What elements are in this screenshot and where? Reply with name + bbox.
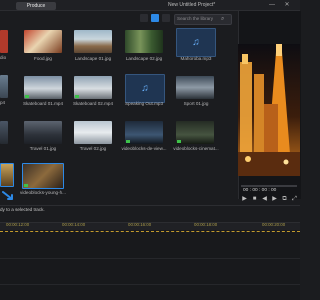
media-label: Speaking Out.mp3 (124, 101, 164, 106)
media-label: videoblocks-young-h... (20, 190, 66, 195)
minimize-button[interactable]: — (268, 1, 276, 9)
timeline-marker-line (0, 231, 300, 232)
video-badge (75, 95, 79, 98)
track-divider (0, 284, 300, 285)
ruler-label: 00:00:12:00 (6, 222, 30, 227)
media-label: Skateboard 02.mp4 (72, 101, 114, 106)
search-icon[interactable]: ⌕ (221, 15, 224, 23)
preview-timecode: 00 : 00 : 00 : 00 (243, 188, 277, 193)
ruler-label: 00:00:18:00 (194, 222, 218, 227)
ruler-label: 00:00:20:00 (262, 222, 286, 227)
media-thumbnail-landscape-01[interactable] (74, 30, 112, 53)
timeline-tracks[interactable] (0, 230, 300, 300)
media-label: Landscape 01.jpg (74, 56, 112, 61)
view-grid-button[interactable] (151, 14, 159, 22)
close-button[interactable]: ✕ (283, 1, 291, 9)
media-thumbnail-landscape-02[interactable] (125, 30, 163, 53)
music-note-icon: ♫ (192, 37, 200, 48)
media-thumbnail-sport-01[interactable] (176, 76, 214, 99)
media-thumbnail-videoblocks-young[interactable] (22, 163, 64, 189)
video-badge (25, 95, 29, 98)
media-thumbnail-mahoroba[interactable]: ♫ (176, 28, 216, 57)
media-thumbnail-videoblocks-view[interactable] (125, 121, 163, 144)
status-bar (0, 205, 300, 215)
media-label: Sport 01.jpg (183, 101, 209, 106)
preview-scrubber[interactable] (241, 185, 297, 187)
ruler-label: 00:00:14:00 (62, 222, 86, 227)
media-label: videoblocks-cinemat... (173, 146, 219, 151)
video-badge (126, 140, 130, 143)
next-frame-button[interactable]: ▶ (271, 196, 278, 203)
ruler-label: 00:00:16:00 (128, 222, 152, 227)
media-thumbnail-partial[interactable] (0, 75, 8, 98)
tab-produce[interactable]: Produce (16, 2, 56, 10)
media-thumbnail-food[interactable] (24, 30, 62, 53)
media-thumbnail-speaking-out[interactable]: ♫ (125, 74, 165, 103)
stop-button[interactable]: ■ (251, 196, 258, 203)
preview-controls: ▶ ■ ◀ ▶ ⧉ ⤢ (240, 196, 300, 204)
play-button[interactable]: ▶ (241, 196, 248, 203)
media-label: videoblocks-de-view... (121, 146, 167, 151)
media-label: Skateboard 01.mp4 (22, 101, 64, 106)
media-thumbnail-skateboard-02[interactable] (74, 76, 112, 99)
search-placeholder: Search the library (177, 16, 214, 21)
media-label: Travel 01.jpg (29, 146, 57, 151)
media-label: Mahoroba.mp3 (180, 56, 212, 61)
preview-video[interactable] (238, 44, 300, 176)
video-badge (24, 184, 28, 187)
snapshot-button[interactable]: ⧉ (281, 196, 288, 203)
media-label: Food.jpg (34, 56, 52, 61)
sort-button[interactable] (162, 14, 170, 22)
video-badge (177, 140, 181, 143)
previous-frame-button[interactable]: ◀ (261, 196, 268, 203)
media-label-partial: p4 (0, 100, 6, 105)
media-thumbnail-partial[interactable] (0, 163, 14, 187)
media-label: Landscape 02.jpg (125, 56, 163, 61)
media-thumbnail-skateboard-01[interactable] (24, 76, 62, 99)
view-details-button[interactable] (140, 14, 148, 22)
fullscreen-button[interactable]: ⤢ (291, 196, 298, 203)
track-divider (0, 258, 300, 259)
media-thumbnail-travel-02[interactable] (74, 121, 112, 144)
media-label: Travel 02.jpg (79, 146, 107, 151)
media-thumbnail-partial[interactable] (0, 30, 8, 53)
media-label-partial: dio (0, 55, 7, 60)
media-thumbnail-partial[interactable] (0, 121, 8, 144)
project-title: New Untitled Project* (168, 2, 216, 8)
media-thumbnail-travel-01[interactable] (24, 121, 62, 144)
status-tooltip: dy to a selected track. (0, 207, 45, 212)
media-thumbnail-videoblocks-cinemat[interactable] (176, 121, 214, 144)
drag-arrow-icon (2, 191, 13, 200)
music-note-icon: ♫ (141, 83, 149, 94)
